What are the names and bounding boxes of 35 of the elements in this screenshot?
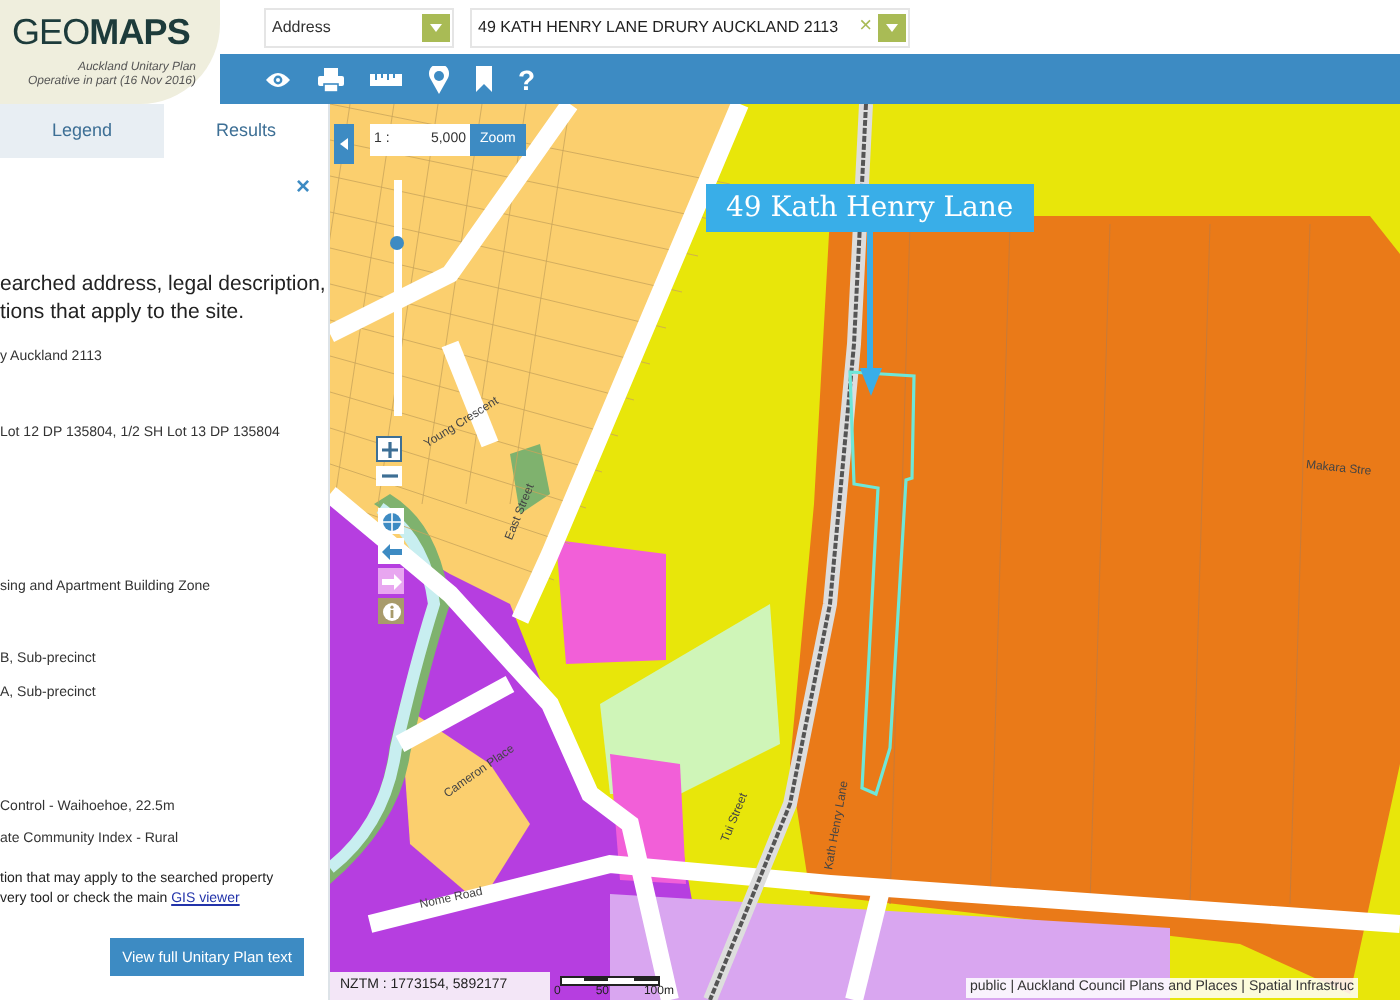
pointer-arrow-icon [860,232,884,396]
info-button[interactable] [378,598,404,624]
right-arrow-button[interactable] [378,568,404,594]
info-icon [381,601,401,621]
help-button[interactable]: ? [518,65,536,93]
panel-tab[interactable]: Legend [0,104,164,158]
address-callout: 49 Kath Henry Lane [706,184,1034,232]
globe-button[interactable] [378,508,404,534]
left-arrow-icon [381,541,401,561]
minus-icon [381,474,397,478]
printer-icon[interactable] [318,67,344,91]
results-intro-text: tions that apply to the site. [0,300,246,326]
ruler-icon[interactable] [370,73,402,85]
map-pin-icon[interactable] [428,65,450,93]
search-field[interactable]: 49 KATH HENRY LANE DRURY AUCKLAND 2113 × [470,7,910,47]
caret-icon [886,23,898,31]
zoom-out-button[interactable] [376,466,402,486]
left-triangle-icon [340,138,348,150]
dropdown-button[interactable] [422,13,450,41]
eye-icon[interactable] [264,69,292,89]
caret-icon [430,23,442,31]
search-type-dropdown[interactable]: Address [264,7,454,47]
collapse-panel-button[interactable] [334,124,354,164]
zoom-slider[interactable] [394,180,402,416]
bookmark-icon[interactable] [476,66,492,92]
close-button[interactable]: × [295,174,310,198]
results-intro-text: earched address, legal description, [0,272,328,298]
globe-icon [381,511,401,531]
dropdown-button[interactable] [878,13,906,41]
right-arrow-icon [381,571,401,591]
logo-wordmark: GEOMAPS [12,10,190,56]
left-arrow-button[interactable] [378,538,404,564]
scale-bar-icon [560,976,660,986]
plus-icon [381,441,397,457]
zoom-in-button[interactable] [376,436,402,462]
